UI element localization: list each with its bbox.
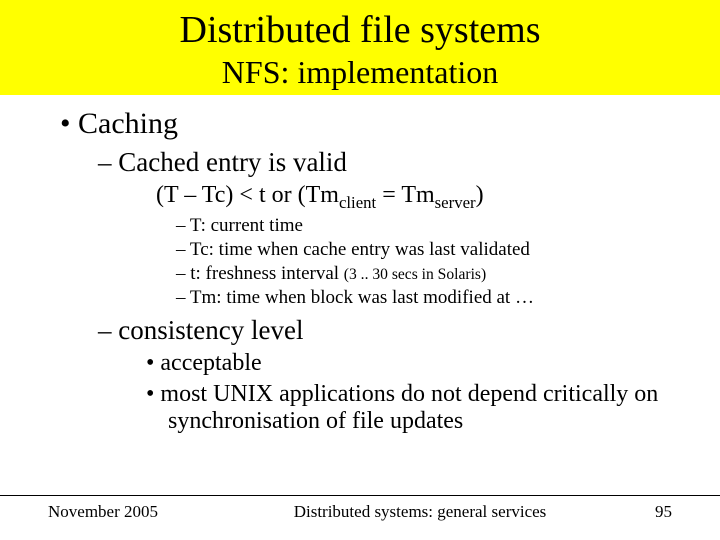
def-t-current: T: current time [196, 215, 680, 237]
def-t-freshness-b: (3 .. 30 secs in Solaris) [344, 266, 486, 283]
footer-center: Distributed systems: general services [200, 502, 640, 522]
def-tc: Tc: time when cache entry was last valid… [196, 239, 680, 261]
formula-p2: = Tm [376, 182, 434, 208]
formula: (T – Tc) < t or (Tmclient = Tmserver) [156, 182, 680, 213]
def-t-freshness: t: freshness interval (3 .. 30 secs in S… [196, 263, 680, 285]
slide-title: Distributed file systems [0, 8, 720, 52]
def-tm: Tm: time when block was last modified at… [196, 287, 680, 309]
bullet-caching: Caching [88, 107, 680, 141]
bullet-unix: most UNIX applications do not depend cri… [168, 381, 680, 435]
slide-body: Caching Cached entry is valid (T – Tc) <… [0, 95, 720, 435]
footer-date: November 2005 [0, 502, 200, 522]
bullet-consistency: consistency level [124, 315, 680, 346]
slide: Distributed file systems NFS: implementa… [0, 0, 720, 540]
bullet-valid: Cached entry is valid [124, 147, 680, 178]
def-t-freshness-a: t: freshness interval [190, 263, 344, 284]
formula-sub-client: client [339, 193, 376, 212]
formula-p3: ) [476, 182, 484, 208]
title-block: Distributed file systems NFS: implementa… [0, 0, 720, 95]
footer: November 2005 Distributed systems: gener… [0, 495, 720, 522]
formula-sub-server: server [435, 193, 476, 212]
bullet-acceptable: acceptable [168, 350, 680, 377]
slide-subtitle: NFS: implementation [0, 54, 720, 91]
footer-page: 95 [640, 502, 720, 522]
formula-p1: (T – Tc) < t or (Tm [156, 182, 339, 208]
